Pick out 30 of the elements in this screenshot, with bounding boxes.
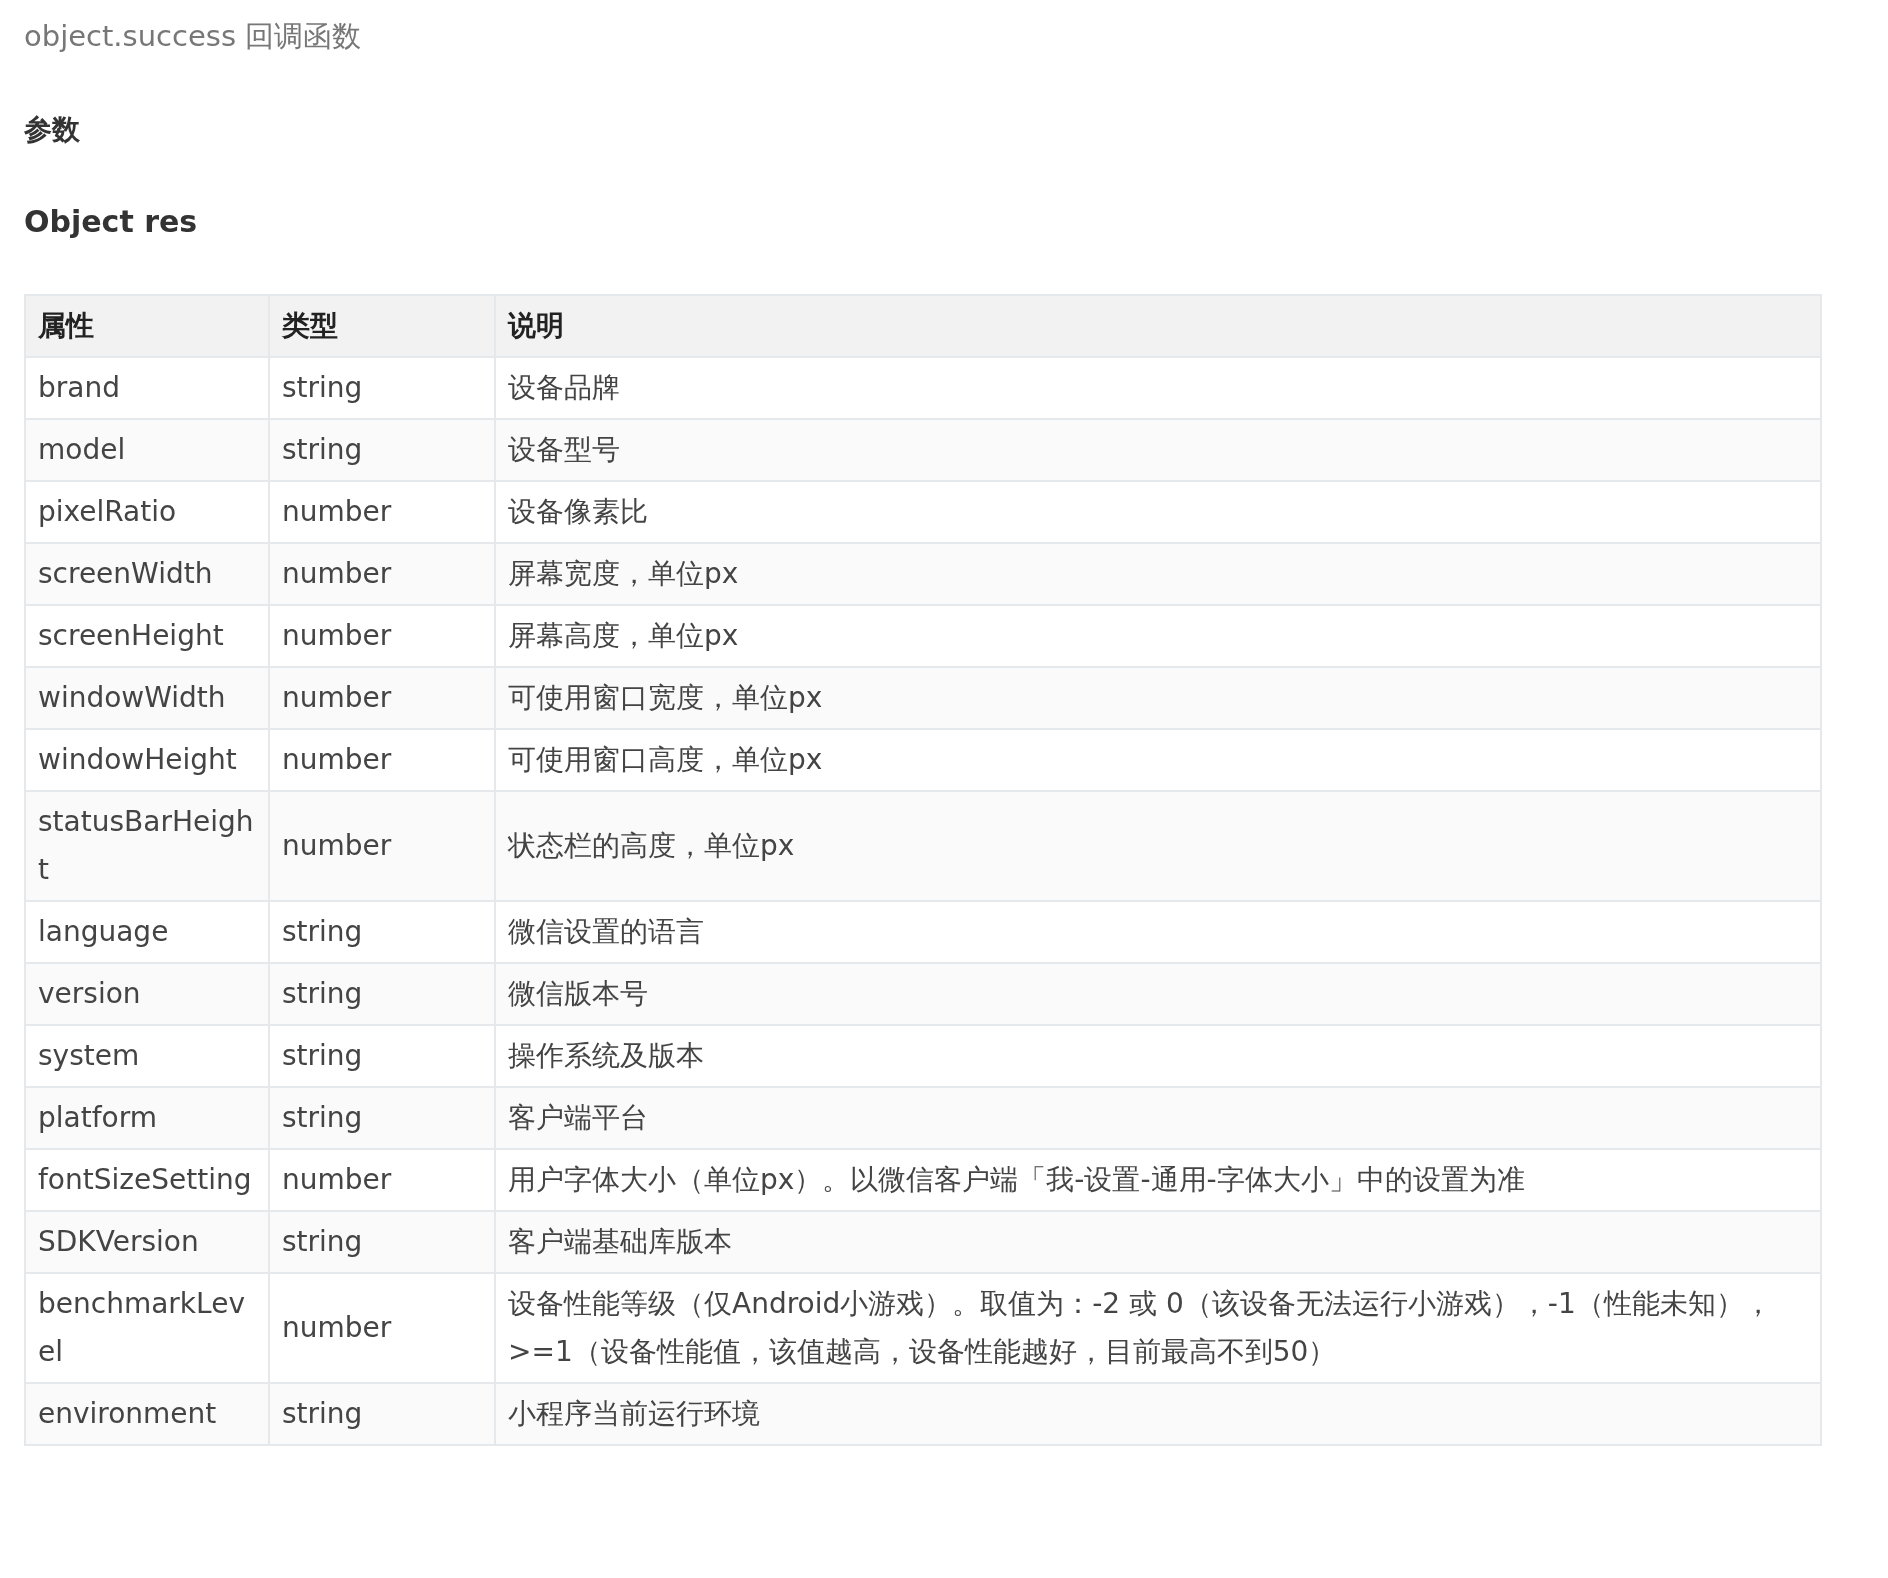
callback-title: object.success 回调函数 <box>24 18 363 55</box>
table-cell: screenWidth <box>25 543 269 605</box>
table-cell: string <box>269 1383 495 1445</box>
table-cell: environment <box>25 1383 269 1445</box>
table-cell: number <box>269 791 495 901</box>
table-cell: string <box>269 1087 495 1149</box>
section-heading: 参数 <box>24 112 81 148</box>
table-cell: 屏幕宽度，单位px <box>495 543 1821 605</box>
table-cell: 可使用窗口宽度，单位px <box>495 667 1821 729</box>
section-heading: Object res <box>24 203 199 241</box>
table-cell: model <box>25 419 269 481</box>
table-cell: string <box>269 1211 495 1273</box>
table-cell: SDKVersion <box>25 1211 269 1273</box>
table-cell: 小程序当前运行环境 <box>495 1383 1821 1445</box>
table-cell: windowWidth <box>25 667 269 729</box>
column-header: 说明 <box>495 295 1821 357</box>
table-cell: version <box>25 963 269 1025</box>
table-cell: statusBarHeight <box>25 791 269 901</box>
table-cell: number <box>269 667 495 729</box>
table-cell: string <box>269 963 495 1025</box>
table-cell: 客户端基础库版本 <box>495 1211 1821 1273</box>
column-header: 属性 <box>25 295 269 357</box>
column-header: 类型 <box>269 295 495 357</box>
table-cell: 状态栏的高度，单位px <box>495 791 1821 901</box>
table-cell: 设备型号 <box>495 419 1821 481</box>
table-cell: string <box>269 419 495 481</box>
table-cell: 客户端平台 <box>495 1087 1821 1149</box>
table-cell: platform <box>25 1087 269 1149</box>
table-cell: 微信版本号 <box>495 963 1821 1025</box>
table-cell: number <box>269 543 495 605</box>
